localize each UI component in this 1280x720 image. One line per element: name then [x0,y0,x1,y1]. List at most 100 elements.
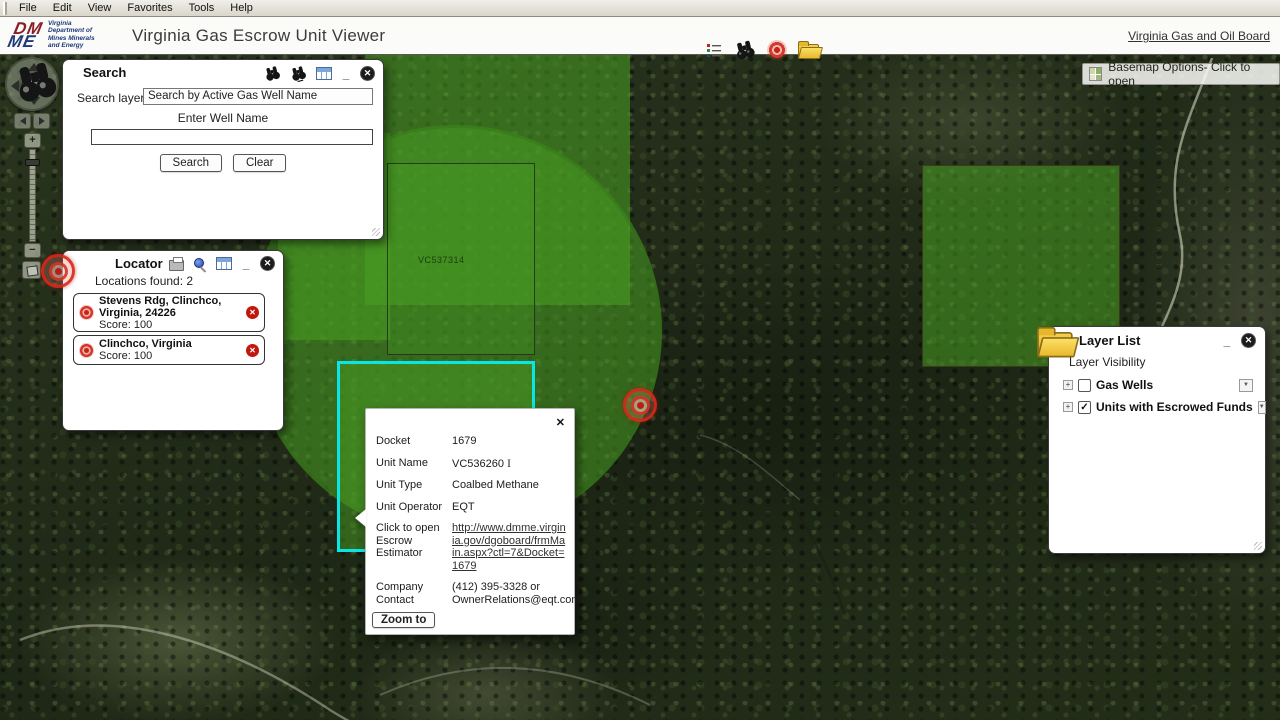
map-canvas[interactable]: VC537314 + − Basemap Options- Click to o… [0,55,1280,720]
field-label: Unit Type [376,479,452,492]
gas-and-oil-board-link[interactable]: Virginia Gas and Oil Board [1128,29,1270,43]
menu-grip [3,2,7,15]
marker-ring [631,396,650,415]
menu-edit[interactable]: Edit [45,1,80,16]
close-icon[interactable]: ✕ [556,416,565,429]
results-table-icon[interactable] [316,67,332,80]
locator-target-icon [41,254,75,288]
menu-view[interactable]: View [80,1,120,16]
result-score: Score: 100 [99,350,192,362]
layer-list-folder-icon [1037,332,1073,358]
browser-menu-bar: File Edit View Favorites Tools Help [0,0,1280,17]
results-table-icon[interactable] [216,257,232,270]
field-label: Unit Name [376,457,452,471]
location-result-row[interactable]: Clinchco, Virginia Score: 100 ✕ [73,335,265,365]
search-layer-dropdown[interactable]: Search by Active Gas Well Name [143,88,373,105]
popup-pointer [355,509,366,527]
menu-help[interactable]: Help [222,1,261,16]
field-value: VC536260 [452,458,504,470]
previous-extent-button[interactable] [14,113,31,129]
minimize-icon[interactable]: _ [341,71,351,77]
text-cursor-icon: I [507,456,511,470]
close-icon[interactable]: ✕ [260,256,275,271]
well-name-label: Enter Well Name [63,111,383,125]
layer-checkbox[interactable]: ✓ [1078,401,1091,414]
remove-result-icon[interactable]: ✕ [246,344,259,357]
search-button[interactable]: Search [160,154,222,172]
search-binoculars-icon[interactable] [732,37,759,64]
field-label: Company Contact [376,581,452,606]
next-extent-button[interactable] [33,113,50,129]
chevron-down-icon[interactable]: ▼ [1258,401,1266,414]
layer-name[interactable]: Gas Wells [1096,378,1153,392]
app-header: DM ME Virginia Department of Mines Miner… [0,17,1280,55]
field-value: EQT [452,501,566,514]
locations-found-status: Locations found: 2 [95,274,193,288]
result-score: Score: 100 [99,319,241,331]
basemap-options-label: Basemap Options- Click to open [1108,60,1270,88]
layer-row: + Gas Wells ▼ [1063,377,1253,393]
field-label: Docket [376,435,452,448]
pushpin-icon[interactable] [193,257,207,271]
chevron-down-icon[interactable]: ▼ [1239,379,1253,392]
layer-name[interactable]: Units with Escrowed Funds [1096,400,1253,414]
search-panel: Search _ ✕ Search layer Search by Active… [62,59,384,240]
menu-tools[interactable]: Tools [181,1,223,16]
search-layer-label: Search layer [77,91,144,105]
field-value: (412) 395-3328 or OwnerRelations@eqt.com [452,581,581,606]
minimize-icon[interactable]: _ [241,261,251,267]
close-icon[interactable]: ✕ [360,66,375,81]
locator-panel-title: Locator [115,256,163,271]
zoom-in-button[interactable]: + [24,133,41,148]
dmme-logo: DM ME Virginia Department of Mines Miner… [8,19,126,53]
page-title: Virginia Gas Escrow Unit Viewer [132,26,385,46]
basemap-options-button[interactable]: Basemap Options- Click to open [1082,63,1280,85]
remove-result-icon[interactable]: ✕ [246,306,259,319]
logo-me: ME [6,32,38,52]
location-result-row[interactable]: Stevens Rdg, Clinchco, Virginia, 24226 S… [73,293,265,332]
full-extent-button[interactable] [22,261,41,279]
prev-next-extent-control [14,113,50,129]
resize-handle[interactable] [372,228,380,236]
layer-list-title: Layer List [1079,333,1140,348]
well-name-input[interactable] [91,129,373,145]
basemap-grid-icon [1089,67,1102,81]
layer-list-panel: Layer List _ ✕ Layer Visibility + Gas We… [1048,326,1266,554]
result-target-icon [79,343,94,358]
close-icon[interactable]: ✕ [1241,333,1256,348]
field-label: Click to open Escrow Estimator [376,522,452,572]
clear-button[interactable]: Clear [233,154,286,172]
zoom-slider-handle[interactable] [25,159,40,166]
field-value: Coalbed Methane [452,479,566,492]
layer-row: + ✓ Units with Escrowed Funds ▼ [1063,399,1253,415]
result-name: Stevens Rdg, Clinchco, Virginia, 24226 [99,295,241,319]
locator-panel: Locator _ ✕ Locations found: 2 Stevens R… [62,250,284,431]
search-settings-icon[interactable] [288,63,309,84]
expand-icon[interactable]: + [1063,402,1073,412]
print-icon[interactable] [169,260,184,271]
layer-list-folder-icon[interactable] [798,44,819,59]
resize-handle[interactable] [1254,542,1262,550]
header-toolbar [706,39,819,61]
zoom-to-button[interactable]: Zoom to [372,612,435,628]
search-panel-title: Search [83,65,126,80]
menu-file[interactable]: File [11,1,45,16]
escrow-estimator-link[interactable]: http://www.dmme.virginia.gov/dgoboard/fr… [452,522,566,572]
expand-icon[interactable]: + [1063,380,1073,390]
legend-icon[interactable] [706,42,723,59]
zoom-out-button[interactable]: − [24,243,41,258]
field-value: 1679 [452,435,566,448]
marker-dot [637,402,644,409]
layer-visibility-label: Layer Visibility [1069,355,1145,369]
menu-favorites[interactable]: Favorites [119,1,180,16]
logo-text: Virginia Department of Mines Minerals an… [48,20,95,50]
search-tool-icon[interactable] [262,63,283,84]
unit-info-popup: ✕ Docket1679 Unit NameVC536260I Unit Typ… [365,408,575,635]
selected-location-marker[interactable] [623,388,657,422]
result-target-icon [79,305,94,320]
minimize-icon[interactable]: _ [1222,338,1232,344]
locator-target-icon[interactable] [767,40,787,60]
layer-checkbox[interactable] [1078,379,1091,392]
unit-map-label: VC537314 [418,255,465,265]
result-name: Clinchco, Virginia [99,338,192,350]
